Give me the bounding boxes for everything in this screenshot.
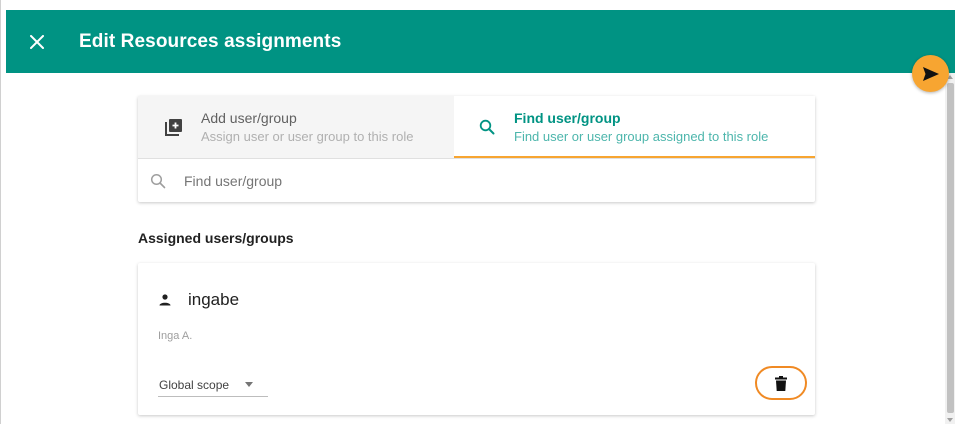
tab-find-subtitle: Find user or user group assigned to this… xyxy=(514,129,769,144)
tab-add-user-group[interactable]: Add user/group Assign user or user group… xyxy=(138,96,454,158)
username: ingabe xyxy=(188,290,240,309)
user-full-name: Inga A. xyxy=(158,330,193,342)
dialog-header: Edit Resources assignments xyxy=(6,10,955,73)
scroll-down-arrow-icon[interactable] xyxy=(947,418,953,422)
edit-assignments-dialog: Edit Resources assignments Add user/grou… xyxy=(0,0,955,424)
scroll-thumb[interactable] xyxy=(947,83,954,413)
section-title: Assigned users/groups xyxy=(138,230,294,246)
delete-assignment-button[interactable] xyxy=(755,366,807,400)
tab-find-user-group[interactable]: Find user/group Find user or user group … xyxy=(454,96,815,158)
trash-icon xyxy=(775,375,787,391)
user-group-tabs-card: Add user/group Assign user or user group… xyxy=(138,96,815,202)
user-row: ingabe xyxy=(158,290,239,310)
search-icon xyxy=(149,172,167,190)
add-box-icon xyxy=(163,116,185,138)
send-button[interactable] xyxy=(912,55,949,92)
search-icon xyxy=(476,116,498,138)
assignment-card: ingabe Inga A. Global scope xyxy=(138,263,815,415)
scope-selected-value: Global scope xyxy=(159,377,230,392)
dialog-title: Edit Resources assignments xyxy=(79,30,342,52)
chevron-down-icon xyxy=(245,382,254,387)
close-icon xyxy=(30,34,44,49)
search-row xyxy=(138,158,815,202)
tab-add-label: Add user/group xyxy=(201,110,297,126)
person-icon xyxy=(158,293,172,307)
send-icon xyxy=(922,66,939,81)
vertical-scrollbar[interactable] xyxy=(945,73,955,424)
tab-find-label: Find user/group xyxy=(514,110,621,126)
tab-add-subtitle: Assign user or user group to this role xyxy=(201,129,414,144)
search-input[interactable] xyxy=(184,172,744,189)
close-button[interactable] xyxy=(25,30,49,54)
scope-dropdown[interactable]: Global scope xyxy=(158,373,268,397)
